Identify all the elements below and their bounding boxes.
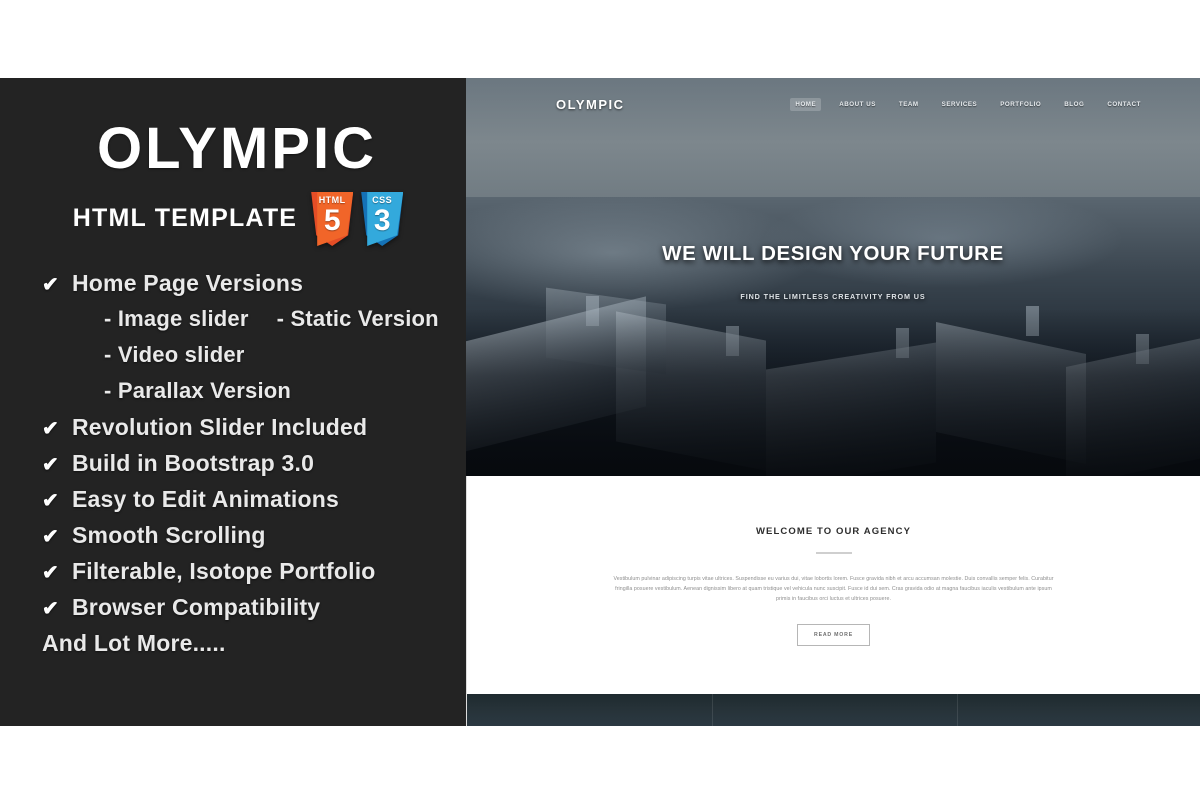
list-item: And Lot More..... bbox=[42, 630, 466, 657]
column-separator bbox=[712, 694, 713, 726]
list-item: - Image slider - Static Version bbox=[42, 306, 466, 332]
feature-list: ✔ Home Page Versions - Image slider - St… bbox=[0, 270, 466, 657]
read-more-button[interactable]: READ MORE bbox=[797, 624, 870, 646]
welcome-body-text: Vestibulum pulvinar adipiscing turpis vi… bbox=[613, 576, 1054, 602]
feature-label: Home Page Versions bbox=[72, 270, 304, 296]
section-divider bbox=[815, 552, 852, 554]
check-icon: ✔ bbox=[42, 526, 59, 548]
feature-label: Easy to Edit Animations bbox=[72, 486, 340, 512]
template-preview: OLYMPIC HOME ABOUT US TEAM SERVICES PORT… bbox=[466, 78, 1200, 726]
feature-label: - Image slider bbox=[104, 306, 249, 331]
list-item: ✔ Easy to Edit Animations bbox=[42, 486, 466, 513]
list-item: ✔ Home Page Versions bbox=[42, 270, 466, 297]
feature-label: - Parallax Version bbox=[104, 378, 292, 403]
nav-item-services[interactable]: SERVICES bbox=[937, 98, 983, 111]
product-banner: OLYMPIC HTML TEMPLATE HTML 5 CSS 3 ✔ Hom… bbox=[0, 78, 1200, 726]
column-separator bbox=[957, 694, 958, 726]
preview-navbar: OLYMPIC HOME ABOUT US TEAM SERVICES PORT… bbox=[466, 78, 1200, 130]
hero-overlay bbox=[466, 308, 1200, 476]
list-item: ✔ Revolution Slider Included bbox=[42, 414, 466, 441]
brand-title: OLYMPIC bbox=[97, 116, 377, 181]
feature-label: Browser Compatibility bbox=[72, 594, 321, 620]
nav-item-about-us[interactable]: ABOUT US bbox=[834, 98, 881, 111]
list-item: ✔ Filterable, Isotope Portfolio bbox=[42, 558, 466, 585]
list-item: - Video slider bbox=[42, 342, 466, 368]
hero-text-block: WE WILL DESIGN YOUR FUTURE FIND THE LIMI… bbox=[466, 242, 1200, 301]
check-icon: ✔ bbox=[42, 274, 59, 296]
welcome-section: WELCOME TO OUR AGENCY Vestibulum pulvina… bbox=[466, 476, 1200, 694]
left-info-panel: OLYMPIC HTML TEMPLATE HTML 5 CSS 3 ✔ Hom… bbox=[0, 78, 466, 726]
feature-label: - Video slider bbox=[104, 342, 245, 367]
check-icon: ✔ bbox=[42, 454, 59, 476]
preview-logo[interactable]: OLYMPIC bbox=[556, 97, 625, 112]
html5-badge-icon: HTML 5 bbox=[311, 192, 354, 246]
nav-item-portfolio[interactable]: PORTFOLIO bbox=[995, 98, 1046, 111]
welcome-title: WELCOME TO OUR AGENCY bbox=[755, 526, 912, 537]
list-item: ✔ Build in Bootstrap 3.0 bbox=[42, 450, 466, 477]
check-icon: ✔ bbox=[42, 562, 59, 584]
list-item: ✔ Smooth Scrolling bbox=[42, 522, 466, 549]
next-section-peek bbox=[466, 694, 1200, 726]
nav-item-home[interactable]: HOME bbox=[790, 97, 822, 111]
check-icon: ✔ bbox=[42, 598, 59, 620]
check-icon: ✔ bbox=[42, 490, 59, 512]
feature-label: Smooth Scrolling bbox=[72, 522, 266, 548]
feature-label: Filterable, Isotope Portfolio bbox=[72, 558, 376, 584]
nav-item-contact[interactable]: CONTACT bbox=[1102, 98, 1146, 111]
feature-label: Revolution Slider Included bbox=[72, 414, 368, 440]
hero-subheadline: FIND THE LIMITLESS CREATIVITY FROM US bbox=[740, 292, 926, 301]
feature-label: And Lot More..... bbox=[42, 630, 226, 656]
css3-badge-number: 3 bbox=[373, 204, 391, 237]
list-item: - Parallax Version bbox=[42, 378, 466, 404]
feature-label-secondary: - Static Version bbox=[276, 306, 439, 331]
tech-badges: HTML 5 CSS 3 bbox=[311, 192, 404, 246]
feature-label: Build in Bootstrap 3.0 bbox=[72, 450, 315, 476]
brand-subtitle: HTML TEMPLATE bbox=[72, 203, 298, 232]
check-icon: ✔ bbox=[42, 418, 59, 440]
nav-item-team[interactable]: TEAM bbox=[894, 98, 924, 111]
list-item: ✔ Browser Compatibility bbox=[42, 594, 466, 621]
html5-badge-number: 5 bbox=[323, 204, 341, 237]
subtitle-row: HTML TEMPLATE HTML 5 CSS 3 bbox=[0, 190, 466, 246]
hero-headline: WE WILL DESIGN YOUR FUTURE bbox=[662, 242, 1004, 265]
css3-badge-icon: CSS 3 bbox=[361, 192, 404, 246]
preview-nav-menu: HOME ABOUT US TEAM SERVICES PORTFOLIO BL… bbox=[790, 97, 1146, 111]
nav-item-blog[interactable]: BLOG bbox=[1059, 98, 1089, 111]
hero-section: OLYMPIC HOME ABOUT US TEAM SERVICES PORT… bbox=[466, 78, 1200, 476]
